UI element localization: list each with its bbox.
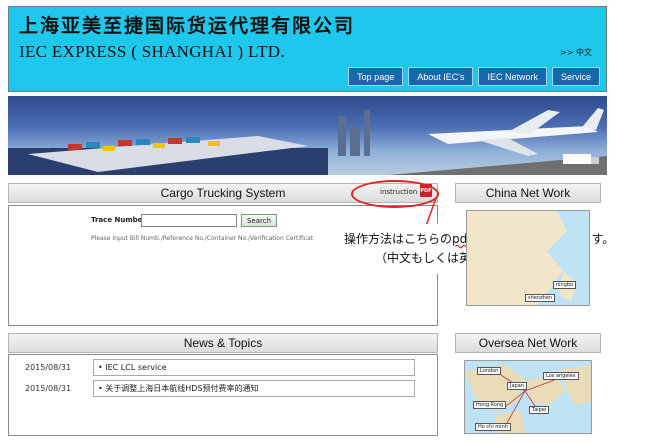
trace-number-label: Trace Number <box>91 216 146 224</box>
china-map-graphic <box>467 211 577 305</box>
map-label-ningbo: ningbo <box>553 281 577 289</box>
tracking-title: Cargo Trucking System <box>160 186 286 200</box>
news-title: News & Topics <box>183 336 263 350</box>
news-link[interactable]: • IEC LCL service <box>93 359 415 376</box>
map-label-ho-chi-minh: Ho chi minh <box>475 423 511 431</box>
map-label-japan: Japan <box>507 382 527 390</box>
map-label-shenzhen: shenzhen <box>525 294 556 302</box>
map-label-london: London <box>477 367 502 375</box>
trace-hint-text: Please Input Bill Numb./Reference No./Co… <box>91 235 314 242</box>
china-network-map[interactable]: ningbo shenzhen <box>466 210 590 306</box>
site-header: 上海亚美至捷国际货运代理有限公司 IEC EXPRESS ( SHANGHAI … <box>8 6 607 92</box>
oversea-network-title: Oversea Net Work <box>478 336 578 350</box>
oversea-network-map[interactable]: London Los angeles Japan Hong Kong Taipe… <box>464 360 592 434</box>
map-label-hong-kong: Hong Kong <box>473 401 507 409</box>
china-network-title: China Net Work <box>485 186 571 200</box>
china-network-header: China Net Work <box>455 183 601 203</box>
nav-network[interactable]: IEC Network <box>478 67 547 86</box>
company-name-english: IEC EXPRESS ( SHANGHAI ) LTD. <box>19 42 285 61</box>
banner-image <box>8 96 607 175</box>
nav-top-page[interactable]: Top page <box>348 67 404 86</box>
search-button[interactable]: Search <box>241 214 277 227</box>
news-panel-header: News & Topics <box>8 333 438 353</box>
map-label-los-angeles: Los angeles <box>543 372 579 380</box>
trace-number-input[interactable] <box>141 214 237 227</box>
oversea-network-header: Oversea Net Work <box>455 333 601 353</box>
news-link[interactable]: • 关于调整上海日本航线HDS预付费率的通知 <box>93 380 415 397</box>
news-item: 2015/08/31 <box>25 359 89 376</box>
nav-service[interactable]: Service <box>551 67 600 86</box>
language-switch-link[interactable]: >> 中文 <box>560 47 592 58</box>
news-item: 2015/08/31 <box>25 380 89 397</box>
news-panel: 2015/08/31 • IEC LCL service 2015/08/31 … <box>8 354 438 436</box>
main-nav: Top page About IEC's IEC Network Service <box>348 67 600 86</box>
news-date: 2015/08/31 <box>25 384 72 393</box>
news-date: 2015/08/31 <box>25 363 72 372</box>
map-label-taipei: Taipei <box>529 406 550 414</box>
banner-illustration <box>8 108 607 175</box>
nav-about[interactable]: About IEC's <box>408 67 474 86</box>
company-name-chinese: 上海亚美至捷国际货运代理有限公司 <box>19 15 356 37</box>
